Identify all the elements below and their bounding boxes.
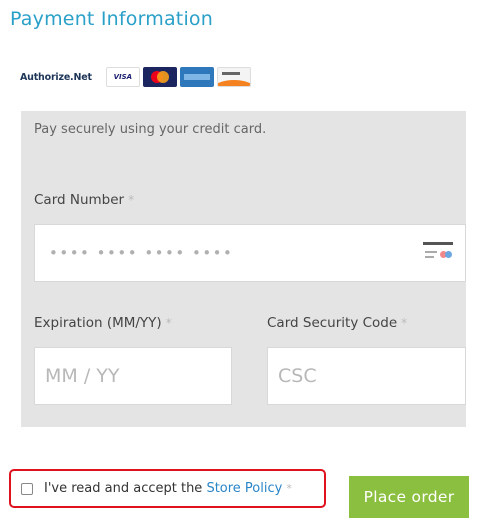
discover-logo [216,67,251,87]
page-title: Payment Information [10,8,214,30]
mastercard-logo [142,67,177,87]
authorize-net-logo: Authorize.Net [20,71,92,83]
visa-logo: VISA [105,67,140,87]
expiration-input[interactable] [35,348,231,404]
csc-field-wrap [267,347,466,405]
store-policy-highlight: I've read and accept the Store Policy * [9,469,326,508]
expiration-label: Expiration (MM/YY) * [34,315,172,331]
card-number-input[interactable] [35,225,465,281]
credit-card-panel: Pay securely using your credit card. Car… [21,111,466,427]
expiration-field-wrap [34,347,232,405]
place-order-button[interactable]: Place order [349,476,469,518]
csc-input[interactable] [268,348,465,404]
payment-logos: Authorize.Net VISA [20,66,254,88]
card-number-label: Card Number * [34,192,135,208]
amex-logo [179,67,214,87]
card-number-field-wrap [34,224,466,282]
intro-text: Pay securely using your credit card. [34,122,267,137]
csc-label: Card Security Code * [267,315,408,331]
store-policy-checkbox[interactable] [21,482,33,495]
store-policy-link[interactable]: Store Policy [206,481,282,496]
credit-card-icon [423,242,453,264]
store-policy-label: I've read and accept the Store Policy * [44,481,292,496]
